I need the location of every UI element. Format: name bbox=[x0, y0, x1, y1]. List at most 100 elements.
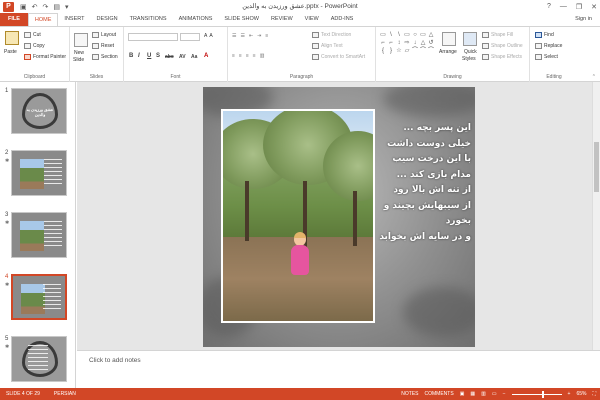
notes-pane[interactable]: Click to add notes bbox=[77, 350, 600, 388]
slide-text-box[interactable]: این پسر بچه ... خیلی دوست داشت با این در… bbox=[379, 121, 471, 245]
shape-arc-icon[interactable]: ⌒ bbox=[427, 47, 435, 55]
slide-thumbnail[interactable] bbox=[11, 212, 67, 258]
quick-styles-button[interactable]: Quick bbox=[464, 49, 477, 55]
layout-button[interactable]: Layout bbox=[92, 32, 116, 38]
slide-editing-area[interactable]: این پسر بچه ... خیلی دوست داشت با این در… bbox=[77, 82, 600, 350]
shape-arrow-icon[interactable]: ↓ bbox=[411, 39, 419, 47]
shape-rectangle-icon[interactable]: ▭ bbox=[403, 31, 411, 39]
shape-arc-icon[interactable]: ↺ bbox=[427, 39, 435, 47]
reading-view-icon[interactable]: ▥ bbox=[481, 388, 486, 400]
tab-animations[interactable]: ANIMATIONS bbox=[173, 13, 219, 26]
shape-line-icon[interactable]: \ bbox=[387, 31, 395, 39]
powerpoint-app-icon[interactable]: P bbox=[3, 1, 14, 12]
shapes-gallery[interactable]: ▭ \ \ ▭ ○ ▭ △ ⌐ ⌐ ↕ ⇨ ↓ △ ↺ { } ☆ ▱ ⌒ ⌒ … bbox=[379, 31, 437, 57]
normal-view-icon[interactable]: ▣ bbox=[460, 388, 465, 400]
tab-design[interactable]: DESIGN bbox=[91, 13, 124, 26]
shape-parallelogram-icon[interactable]: ▱ bbox=[403, 47, 411, 55]
zoom-slider[interactable] bbox=[511, 390, 562, 398]
slideshow-icon[interactable]: ▭ bbox=[492, 388, 497, 400]
customize-icon[interactable]: ▾ bbox=[65, 3, 69, 11]
language-indicator[interactable]: PERSIAN bbox=[54, 388, 76, 400]
tab-slide-show[interactable]: SLIDE SHOW bbox=[218, 13, 265, 26]
tab-transitions[interactable]: TRANSITIONS bbox=[124, 13, 173, 26]
shape-rectangle-icon[interactable]: ▭ bbox=[419, 31, 427, 39]
new-slide-icon[interactable] bbox=[74, 33, 88, 47]
present-icon[interactable]: ▤ bbox=[53, 3, 60, 11]
collapse-ribbon-icon[interactable]: ⌃ bbox=[592, 74, 596, 80]
shape-triangle-icon[interactable]: △ bbox=[419, 39, 427, 47]
close-button[interactable]: ✕ bbox=[591, 3, 597, 11]
shape-triangle-icon[interactable]: △ bbox=[427, 31, 435, 39]
quick-styles-icon[interactable] bbox=[463, 32, 477, 46]
select-button[interactable]: Select bbox=[535, 54, 558, 60]
bold-button[interactable]: B bbox=[129, 53, 133, 59]
slide-thumbnail-row[interactable]: 2 ✱ bbox=[0, 146, 75, 206]
font-family-dropdown[interactable] bbox=[128, 33, 178, 41]
alignment-buttons[interactable]: ≡ ≡ ≡ ≡ ▥ bbox=[232, 53, 266, 59]
underline-button[interactable]: U bbox=[147, 53, 151, 59]
shape-rectangle-icon[interactable]: ▭ bbox=[379, 31, 387, 39]
slide-thumbnail[interactable]: عشق ورزیدن به والدین bbox=[11, 88, 67, 134]
font-size-dropdown[interactable] bbox=[180, 33, 200, 41]
current-slide[interactable]: این پسر بچه ... خیلی دوست داشت با این در… bbox=[203, 87, 475, 347]
shape-effects-button[interactable]: Shape Effects bbox=[482, 54, 522, 60]
slide-thumbnail-row[interactable]: 5 ✱ bbox=[0, 332, 75, 388]
paste-button[interactable]: Paste bbox=[4, 49, 17, 55]
tab-file[interactable]: FILE bbox=[0, 13, 28, 26]
shape-star-icon[interactable]: ☆ bbox=[395, 47, 403, 55]
help-button[interactable]: ? bbox=[547, 3, 551, 10]
shape-connector-icon[interactable]: ⌐ bbox=[387, 39, 395, 47]
comments-toggle-button[interactable]: COMMENTS bbox=[425, 388, 454, 400]
zoom-out-button[interactable]: − bbox=[503, 388, 506, 400]
shape-brace-icon[interactable]: { bbox=[379, 47, 387, 55]
new-slide-button[interactable]: New bbox=[74, 50, 84, 56]
shape-arc-icon[interactable]: ⌒ bbox=[419, 47, 427, 55]
undo-icon[interactable]: ↶ bbox=[32, 3, 38, 11]
scrollbar-thumb[interactable] bbox=[594, 142, 599, 192]
shadow-button[interactable]: S bbox=[156, 53, 160, 59]
change-case-button[interactable]: Aa bbox=[191, 54, 197, 60]
vertical-scrollbar[interactable] bbox=[592, 82, 600, 350]
apple-tree-photo[interactable] bbox=[221, 109, 375, 323]
shape-connector-icon[interactable]: ⌐ bbox=[379, 39, 387, 47]
shape-fill-button[interactable]: Shape Fill bbox=[482, 32, 513, 38]
shape-oval-icon[interactable]: ○ bbox=[411, 31, 419, 39]
replace-button[interactable]: Replace bbox=[535, 43, 562, 49]
slide-thumbnail-row[interactable]: 1 عشق ورزیدن به والدین bbox=[0, 84, 75, 144]
notes-placeholder[interactable]: Click to add notes bbox=[89, 357, 141, 364]
minimize-button[interactable]: — bbox=[560, 3, 567, 10]
font-color-button[interactable]: A bbox=[204, 53, 208, 59]
slide-thumbnail[interactable] bbox=[11, 336, 67, 382]
list-buttons[interactable]: ☰ ☰ ⇤ ⇥ ≡ bbox=[232, 33, 270, 39]
reset-button[interactable]: Reset bbox=[92, 43, 114, 49]
align-text-button[interactable]: Align Text bbox=[312, 43, 343, 49]
slide-thumbnail-selected[interactable] bbox=[11, 274, 67, 320]
grow-font-button[interactable]: AA bbox=[204, 33, 213, 39]
tab-home[interactable]: HOME bbox=[27, 13, 59, 26]
italic-button[interactable]: I bbox=[138, 53, 140, 59]
arrange-button[interactable]: Arrange bbox=[439, 49, 457, 55]
slide-thumbnail-row[interactable]: 3 ✱ bbox=[0, 208, 75, 268]
shape-outline-button[interactable]: Shape Outline bbox=[482, 43, 523, 49]
tab-view[interactable]: VIEW bbox=[299, 13, 325, 26]
strikethrough-button[interactable]: abc bbox=[165, 54, 174, 60]
tab-review[interactable]: REVIEW bbox=[265, 13, 299, 26]
fit-slide-icon[interactable]: ⛶ bbox=[592, 388, 596, 400]
tab-insert[interactable]: INSERT bbox=[58, 13, 90, 26]
paste-icon[interactable] bbox=[5, 31, 19, 45]
zoom-in-button[interactable]: + bbox=[568, 388, 571, 400]
slide-thumbnail-row-current[interactable]: 4 ✱ bbox=[0, 270, 75, 330]
restore-button[interactable]: ❐ bbox=[576, 3, 582, 11]
character-spacing-button[interactable]: AV bbox=[179, 54, 186, 60]
convert-smartart-button[interactable]: Convert to SmartArt bbox=[312, 54, 365, 60]
arrange-icon[interactable] bbox=[442, 32, 456, 46]
quick-styles-button-label[interactable]: Styles bbox=[462, 56, 476, 62]
new-slide-button-label[interactable]: Slide bbox=[73, 57, 84, 63]
shape-brace-icon[interactable]: } bbox=[387, 47, 395, 55]
section-button[interactable]: Section bbox=[92, 54, 118, 60]
shape-line-icon[interactable]: \ bbox=[395, 31, 403, 39]
format-painter-button[interactable]: Format Painter bbox=[24, 54, 66, 60]
sign-in-link[interactable]: Sign in bbox=[575, 13, 592, 26]
slide-sorter-icon[interactable]: ▦ bbox=[470, 388, 475, 400]
shape-arc-icon[interactable]: ⌒ bbox=[411, 47, 419, 55]
